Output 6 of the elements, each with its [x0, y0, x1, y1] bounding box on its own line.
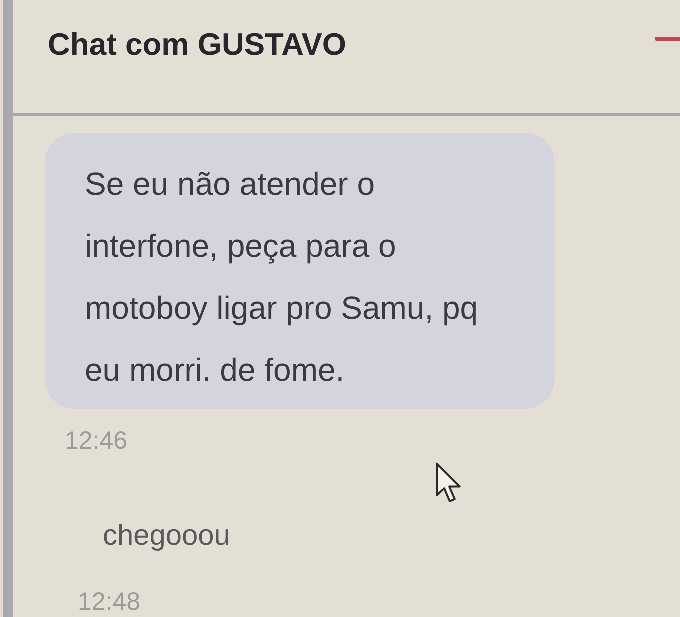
window-title: Chat com GUSTAVO [48, 28, 347, 62]
message-text: chegooou [103, 521, 230, 551]
message-time: 12:46 [65, 428, 128, 454]
message-time: 12:48 [78, 589, 141, 615]
minimize-icon[interactable] [655, 37, 680, 41]
message-text: Se eu não atender o interfone, peça para o motoboy ligar pro Samu, pq eu morri. de fome. [85, 165, 480, 390]
